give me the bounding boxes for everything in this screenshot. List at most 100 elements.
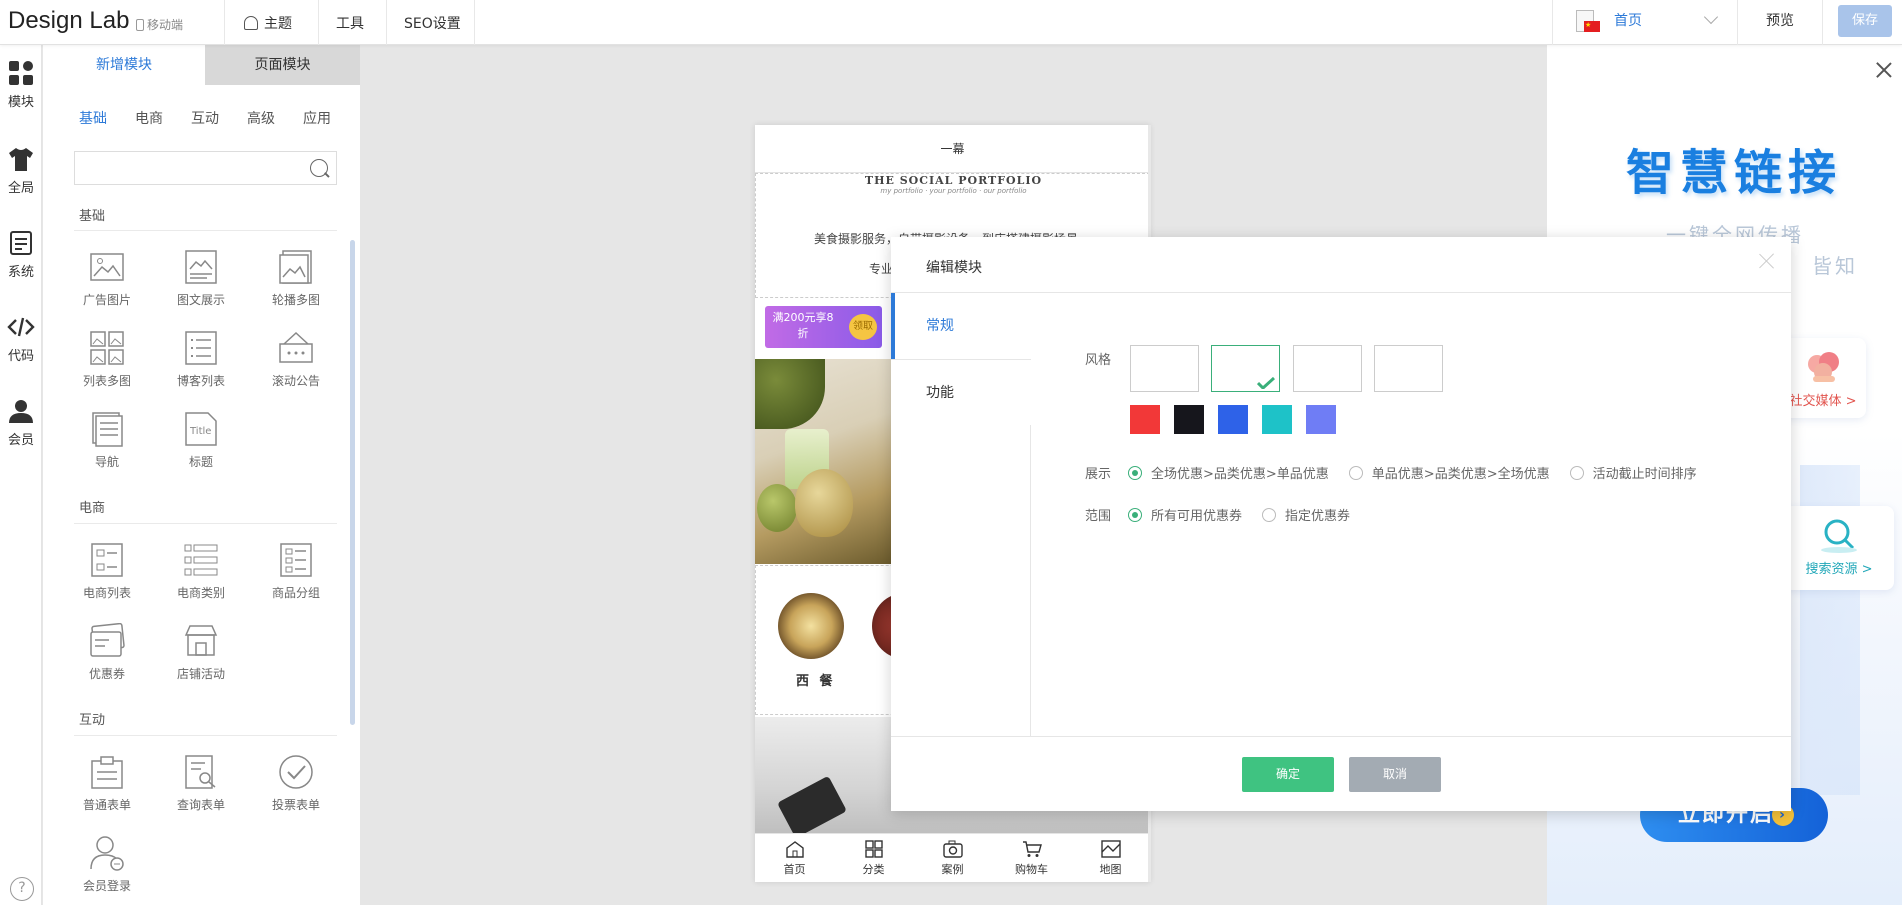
tab-function[interactable]: 功能 bbox=[891, 359, 1031, 425]
page-select[interactable]: 首页 bbox=[1614, 0, 1642, 45]
nav-cart[interactable]: 购物车 bbox=[992, 834, 1071, 882]
form-icon bbox=[91, 756, 123, 789]
radio[interactable] bbox=[1569, 465, 1584, 480]
group-title-basic: 基础 bbox=[79, 209, 106, 224]
coupon-claim-button[interactable]: 领取 bbox=[849, 314, 877, 340]
color-swatch-red[interactable] bbox=[1130, 405, 1160, 434]
range-label: 范围 bbox=[1085, 509, 1112, 524]
style-option[interactable] bbox=[1374, 345, 1443, 392]
tab-page-module[interactable]: 页面模块 bbox=[205, 45, 360, 85]
chevron-down-icon[interactable] bbox=[1703, 9, 1719, 25]
module-title[interactable]: Title 标题 bbox=[161, 411, 241, 470]
module-product-group[interactable]: 商品分组 bbox=[256, 542, 336, 601]
display-option-1[interactable]: 全场优惠>品类优惠>单品优惠 bbox=[1128, 463, 1329, 482]
divider bbox=[74, 735, 337, 736]
module-list-images[interactable]: 列表多图 bbox=[67, 330, 147, 389]
module-label: 图文展示 bbox=[176, 293, 225, 307]
panel-scrollbar[interactable] bbox=[350, 240, 355, 725]
color-swatch-purple[interactable] bbox=[1306, 405, 1336, 434]
module-label: 导航 bbox=[94, 455, 119, 469]
phone-bottom-nav: 首页 分类 案例 购物车 地图 bbox=[755, 833, 1150, 882]
map-icon bbox=[1100, 840, 1121, 858]
module-label: 商品分组 bbox=[271, 586, 320, 600]
tab-general[interactable]: 常规 bbox=[891, 293, 1031, 359]
radio-selected[interactable] bbox=[1128, 507, 1142, 522]
navigation-icon bbox=[92, 412, 123, 447]
color-swatch-teal[interactable] bbox=[1262, 405, 1292, 434]
subtab-ecommerce[interactable]: 电商 bbox=[135, 108, 191, 128]
promo-card-social[interactable]: 社交媒体 > bbox=[1780, 338, 1866, 418]
module-store-event[interactable]: 店铺活动 bbox=[161, 623, 241, 682]
language-flag-icon[interactable]: ★ bbox=[1576, 10, 1602, 34]
menu-seo[interactable]: SEO设置 bbox=[404, 0, 461, 45]
close-icon[interactable] bbox=[1759, 253, 1775, 269]
module-scroll-notice[interactable]: 滚动公告 bbox=[256, 330, 336, 389]
display-option-3[interactable]: 活动截止时间排序 bbox=[1569, 463, 1697, 482]
top-bar: Design Lab 移动端 主题 工具 SEO设置 ★ 首页 预览 保存 bbox=[0, 0, 1902, 45]
style-option[interactable] bbox=[1130, 345, 1199, 392]
menu-theme[interactable]: 主题 bbox=[244, 0, 292, 45]
radio[interactable] bbox=[1262, 507, 1277, 522]
rail-item-system[interactable]: 系统 bbox=[0, 229, 42, 280]
module-member-login[interactable]: 会员登录 bbox=[67, 835, 147, 894]
menu-theme-label: 主题 bbox=[264, 15, 292, 32]
module-query-form[interactable]: 查询表单 bbox=[161, 754, 241, 813]
menu-seo-label: SEO设置 bbox=[404, 15, 461, 32]
module-label: 会员登录 bbox=[82, 879, 131, 893]
display-option-2[interactable]: 单品优惠>品类优惠>全场优惠 bbox=[1348, 463, 1550, 482]
save-button[interactable]: 保存 bbox=[1838, 5, 1892, 37]
search-icon[interactable] bbox=[310, 159, 328, 177]
promo-card-search[interactable]: 搜索资源 > bbox=[1784, 506, 1894, 590]
menu-tools[interactable]: 工具 bbox=[336, 0, 364, 45]
preview-button[interactable]: 预览 bbox=[1766, 0, 1794, 45]
module-coupon[interactable]: 优惠券 bbox=[67, 623, 147, 682]
module-label: 优惠券 bbox=[88, 667, 125, 681]
subtab-apps[interactable]: 应用 bbox=[303, 108, 359, 128]
module-vote-form[interactable]: 投票表单 bbox=[256, 754, 336, 813]
close-icon[interactable] bbox=[1876, 62, 1892, 78]
nav-cases[interactable]: 案例 bbox=[913, 834, 992, 882]
range-option-specific[interactable]: 指定优惠券 bbox=[1262, 505, 1350, 524]
divider bbox=[474, 0, 475, 45]
module-navigation[interactable]: 导航 bbox=[67, 411, 147, 470]
style-option-selected[interactable] bbox=[1211, 345, 1280, 392]
phone-page-title: 一幕 bbox=[755, 125, 1150, 173]
style-option[interactable] bbox=[1293, 345, 1362, 392]
nav-label: 地图 bbox=[1099, 863, 1122, 876]
grid-icon bbox=[864, 840, 883, 858]
radio-selected[interactable] bbox=[1128, 465, 1142, 480]
module-search-input[interactable] bbox=[74, 151, 337, 185]
nav-map[interactable]: 地图 bbox=[1071, 834, 1150, 882]
module-image-text[interactable]: 图文展示 bbox=[161, 249, 241, 308]
color-swatch-black[interactable] bbox=[1174, 405, 1204, 434]
rail-item-member[interactable]: 会员 bbox=[0, 397, 42, 448]
module-ecom-list[interactable]: 电商列表 bbox=[67, 542, 147, 601]
color-swatch-blue[interactable] bbox=[1218, 405, 1248, 434]
mobile-mode-toggle[interactable]: 移动端 bbox=[136, 16, 183, 33]
range-option-all[interactable]: 所有可用优惠券 bbox=[1128, 505, 1242, 524]
rail-item-modules[interactable]: 模块 bbox=[0, 59, 42, 110]
module-basic-form[interactable]: 普通表单 bbox=[67, 754, 147, 813]
help-icon[interactable]: ? bbox=[10, 877, 34, 901]
module-ad-image[interactable]: 广告图片 bbox=[67, 249, 147, 308]
radio[interactable] bbox=[1348, 465, 1363, 480]
module-carousel[interactable]: 轮播多图 bbox=[256, 249, 336, 308]
module-blog-list[interactable]: 博客列表 bbox=[161, 330, 241, 389]
confirm-button[interactable]: 确定 bbox=[1242, 757, 1334, 792]
app-logo: Design Lab bbox=[8, 7, 130, 34]
theme-icon bbox=[244, 15, 258, 30]
code-icon bbox=[7, 317, 35, 337]
module-ecom-category[interactable]: 电商类别 bbox=[161, 542, 241, 601]
rail-item-code[interactable]: 代码 bbox=[0, 313, 42, 364]
subtab-interactive[interactable]: 互动 bbox=[191, 108, 247, 128]
cancel-button[interactable]: 取消 bbox=[1349, 757, 1441, 792]
tab-add-module[interactable]: 新增模块 bbox=[43, 45, 205, 85]
radio-label: 指定优惠券 bbox=[1285, 509, 1351, 524]
subtab-basic[interactable]: 基础 bbox=[79, 108, 135, 128]
nav-category[interactable]: 分类 bbox=[834, 834, 913, 882]
rail-item-global[interactable]: 全局 bbox=[0, 145, 42, 196]
coupon-module[interactable]: 满200元享8折 领取 bbox=[765, 306, 882, 348]
member-login-icon bbox=[90, 836, 124, 871]
subtab-advanced[interactable]: 高级 bbox=[247, 108, 303, 128]
nav-home[interactable]: 首页 bbox=[755, 834, 834, 882]
